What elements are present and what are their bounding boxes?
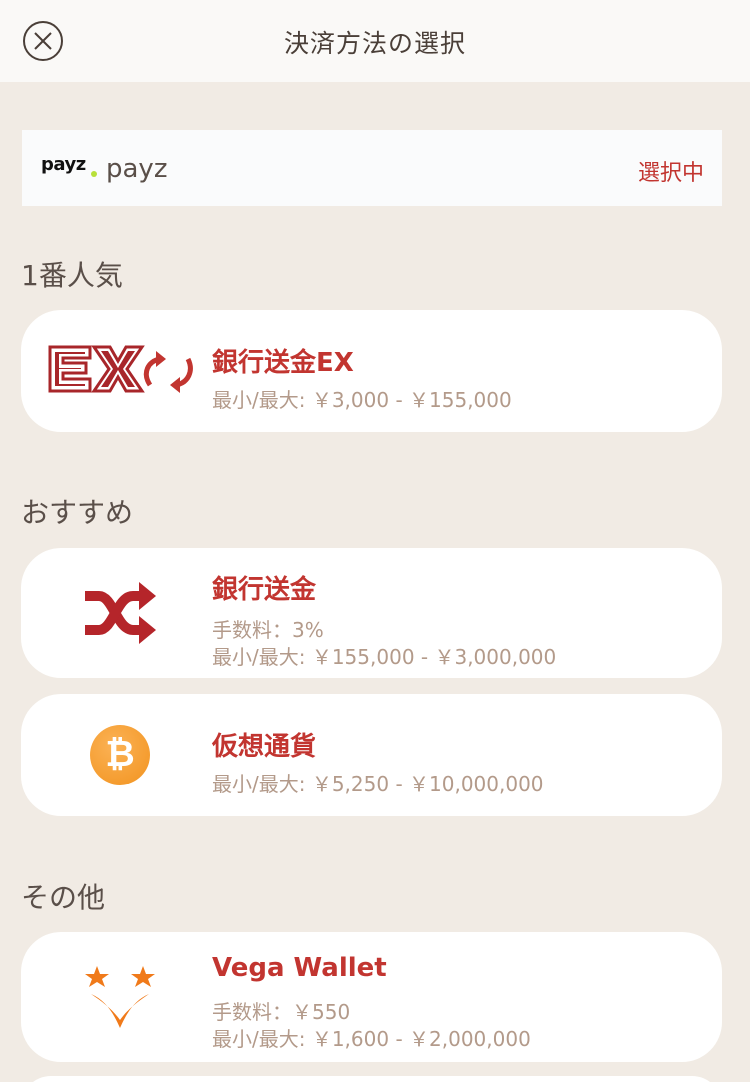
header-bar: 決済方法の選択 <box>0 0 750 82</box>
payz-logo: payz <box>41 154 86 175</box>
payment-option-name: 銀行送金 <box>212 575 317 605</box>
shuffle-icon <box>83 582 157 648</box>
payment-option-name: 銀行送金EX <box>212 348 354 378</box>
payment-option-limits: 最小/最大: ￥3,000 - ￥155,000 <box>212 388 512 412</box>
payment-option-bank-transfer[interactable]: 銀行送金 手数料：3% 最小/最大: ￥155,000 - ￥3,000,000 <box>21 548 722 678</box>
payment-option-next-partial[interactable] <box>21 1076 722 1082</box>
payment-method-screen: 決済方法の選択 payz payz 選択中 1番人気 銀行送金EX 最小/最大:… <box>0 0 750 1082</box>
payment-option-vega-wallet[interactable]: Vega Wallet 手数料：￥550 最小/最大: ￥1,600 - ￥2,… <box>21 932 722 1062</box>
payment-option-limits: 最小/最大: ￥5,250 - ￥10,000,000 <box>212 772 544 796</box>
section-title-other: その他 <box>21 881 106 914</box>
payment-option-name: 仮想通貨 <box>212 732 317 762</box>
section-title-popular: 1番人気 <box>21 259 123 292</box>
bank-transfer-ex-icon <box>48 341 194 401</box>
bitcoin-icon: ₿ <box>90 725 150 785</box>
section-title-recommended: おすすめ <box>21 496 134 529</box>
payment-option-crypto[interactable]: ₿ 仮想通貨 最小/最大: ￥5,250 - ￥10,000,000 <box>21 694 722 816</box>
page-title: 決済方法の選択 <box>283 29 466 58</box>
payment-option-fee: 手数料：￥550 <box>212 1000 351 1024</box>
payment-option-fee: 手数料：3% <box>212 618 324 642</box>
payment-option-name: Vega Wallet <box>212 953 387 983</box>
selected-payment-method[interactable]: payz payz 選択中 <box>22 130 722 206</box>
payment-option-limits: 最小/最大: ￥1,600 - ￥2,000,000 <box>212 1027 531 1051</box>
payz-logo-dot-icon <box>91 171 97 177</box>
payment-option-limits: 最小/最大: ￥155,000 - ￥3,000,000 <box>212 645 557 669</box>
vega-wallet-icon <box>83 964 157 1034</box>
selected-status-label: 選択中 <box>637 161 704 186</box>
payment-option-bank-transfer-ex[interactable]: 銀行送金EX 最小/最大: ￥3,000 - ￥155,000 <box>21 310 722 432</box>
selected-method-name: payz <box>106 154 168 184</box>
